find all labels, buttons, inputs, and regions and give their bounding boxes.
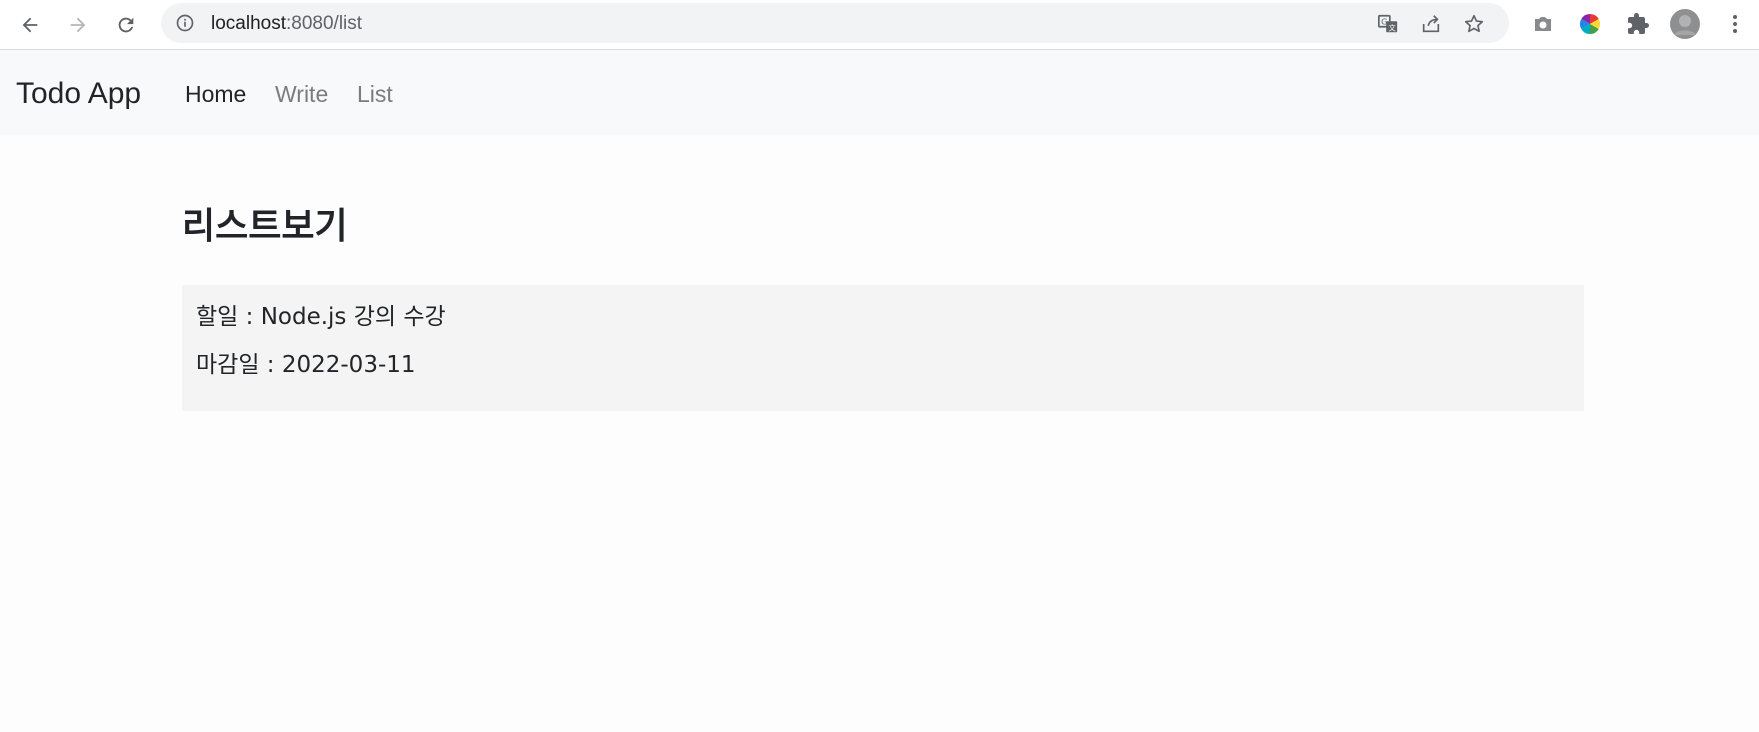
reload-icon [118,17,134,33]
share-icon [1422,15,1440,33]
nav-link-write[interactable]: Write [275,80,328,108]
color-extension[interactable] [1575,9,1605,39]
url-text: localhost:8080/list [211,13,362,35]
browser-menu-button[interactable] [1720,9,1750,39]
menu-icon [1733,15,1737,33]
svg-text:文: 文 [1388,23,1396,32]
share-button[interactable] [1418,11,1444,37]
reload-button[interactable] [108,7,144,43]
translate-icon: G文 [1378,14,1398,32]
profile-avatar [1670,9,1700,39]
forward-button[interactable] [60,7,96,43]
extensions-button[interactable] [1623,9,1653,39]
bookmark-button[interactable] [1461,11,1487,37]
camera-icon [1535,17,1551,31]
browser-toolbar: localhost:8080/list G文 [0,0,1759,50]
back-button[interactable] [12,7,48,43]
translate-button[interactable]: G文 [1375,11,1401,37]
todo-due-date: 마감일 : 2022-03-11 [196,352,416,378]
camera-extension[interactable] [1528,9,1558,39]
forward-icon [70,17,86,33]
nav-link-home[interactable]: Home [185,80,246,108]
color-wheel-icon [1579,13,1601,35]
nav-link-list[interactable]: List [357,80,393,108]
todo-item-card: 할일 : Node.js 강의 수강 마감일 : 2022-03-11 [182,285,1584,411]
page-title: 리스트보기 [182,206,348,247]
info-icon[interactable] [175,13,195,33]
app-navbar: Todo App Home Write List [0,50,1759,135]
back-icon [22,17,38,33]
todo-title: 할일 : Node.js 강의 수강 [196,304,446,330]
brand-link[interactable]: Todo App [16,76,141,112]
bookmark-star-icon [1464,14,1484,33]
url-path: :8080/list [286,13,363,34]
extensions-icon [1628,13,1649,34]
url-host: localhost [211,13,286,34]
address-bar[interactable]: localhost:8080/list G文 [161,3,1509,43]
profile-button[interactable] [1670,9,1700,39]
